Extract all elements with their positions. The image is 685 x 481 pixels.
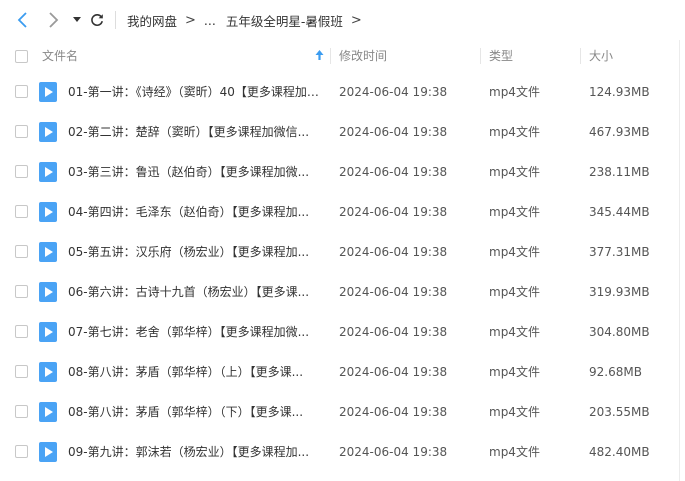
file-type: mp4文件 (489, 245, 540, 259)
file-size: 482.40MB (589, 445, 650, 459)
back-button[interactable] (13, 10, 33, 30)
video-file-icon (39, 282, 57, 302)
file-size: 124.93MB (589, 85, 650, 99)
file-modified: 2024-06-04 19:38 (339, 285, 448, 299)
breadcrumb-ellipsis[interactable]: ... (204, 13, 216, 28)
file-type: mp4文件 (489, 165, 540, 179)
breadcrumb: 我的网盘 > ... 五年级全明星-暑假班 > (127, 0, 370, 40)
file-row[interactable]: 08-第八讲：茅盾（郭华梓）（上）【更多课... 2024-06-04 19:3… (0, 352, 685, 392)
file-row[interactable]: 03-第三讲：鲁迅（赵伯奇）【更多课程加微... 2024-06-04 19:3… (0, 152, 685, 192)
file-row[interactable]: 01-第一讲：《诗经》（窦昕）40【更多课程加微信... 2024-06-04 … (0, 72, 685, 112)
file-name[interactable]: 01-第一讲：《诗经》（窦昕）40【更多课程加微信... (68, 72, 320, 112)
select-all-checkbox[interactable] (15, 50, 28, 63)
video-file-icon (39, 122, 57, 142)
file-modified: 2024-06-04 19:38 (339, 445, 448, 459)
chevron-left-icon (17, 12, 27, 28)
video-file-icon (39, 442, 57, 462)
column-divider[interactable] (480, 48, 481, 64)
file-type: mp4文件 (489, 405, 540, 419)
sort-arrow-up-icon[interactable] (315, 41, 324, 73)
video-file-icon (39, 82, 57, 102)
video-file-icon (39, 322, 57, 342)
row-checkbox[interactable] (15, 85, 28, 98)
file-name[interactable]: 09-第九讲：郭沫若（杨宏业）【更多课程加... (68, 432, 320, 472)
file-modified: 2024-06-04 19:38 (339, 405, 448, 419)
row-checkbox[interactable] (15, 205, 28, 218)
file-type: mp4文件 (489, 445, 540, 459)
video-file-icon (39, 402, 57, 422)
file-list-header: 文件名 修改时间 类型 大小 (0, 40, 685, 72)
file-modified: 2024-06-04 19:38 (339, 205, 448, 219)
file-name[interactable]: 08-第八讲：茅盾（郭华梓）（下）【更多课... (68, 392, 320, 432)
breadcrumb-root[interactable]: 我的网盘 (127, 11, 177, 30)
history-dropdown-button[interactable] (67, 10, 87, 30)
video-file-icon (39, 202, 57, 222)
toolbar-divider (115, 11, 116, 29)
file-list: 01-第一讲：《诗经》（窦昕）40【更多课程加微信... 2024-06-04 … (0, 72, 685, 472)
row-checkbox[interactable] (15, 165, 28, 178)
file-modified: 2024-06-04 19:38 (339, 365, 448, 379)
file-name[interactable]: 03-第三讲：鲁迅（赵伯奇）【更多课程加微... (68, 152, 320, 192)
dropdown-caret-icon (73, 17, 81, 22)
file-modified: 2024-06-04 19:38 (339, 245, 448, 259)
forward-button[interactable] (43, 10, 63, 30)
file-modified: 2024-06-04 19:38 (339, 325, 448, 339)
file-row[interactable]: 02-第二讲：楚辞（窦昕）【更多课程加微信... 2024-06-04 19:3… (0, 112, 685, 152)
row-checkbox[interactable] (15, 125, 28, 138)
file-modified: 2024-06-04 19:38 (339, 165, 448, 179)
file-size: 345.44MB (589, 205, 650, 219)
row-checkbox[interactable] (15, 365, 28, 378)
file-row[interactable]: 09-第九讲：郭沫若（杨宏业）【更多课程加... 2024-06-04 19:3… (0, 432, 685, 472)
row-checkbox[interactable] (15, 405, 28, 418)
file-row[interactable]: 05-第五讲：汉乐府（杨宏业）【更多课程加... 2024-06-04 19:3… (0, 232, 685, 272)
row-checkbox[interactable] (15, 445, 28, 458)
file-name[interactable]: 06-第六讲：古诗十九首（杨宏业）【更多课... (68, 272, 320, 312)
file-size: 92.68MB (589, 365, 642, 379)
breadcrumb-separator: > (350, 12, 362, 28)
breadcrumb-current: 五年级全明星-暑假班 (225, 13, 343, 29)
video-file-icon (39, 162, 57, 182)
column-divider[interactable] (330, 48, 331, 64)
breadcrumb-separator: > (185, 12, 196, 28)
chevron-right-icon (49, 12, 59, 28)
column-divider[interactable] (580, 48, 581, 64)
file-type: mp4文件 (489, 325, 540, 339)
file-name[interactable]: 07-第七讲：老舍（郭华梓）【更多课程加微... (68, 312, 320, 352)
file-modified: 2024-06-04 19:38 (339, 85, 448, 99)
file-size: 319.93MB (589, 285, 650, 299)
file-type: mp4文件 (489, 285, 540, 299)
row-checkbox[interactable] (15, 285, 28, 298)
file-name[interactable]: 02-第二讲：楚辞（窦昕）【更多课程加微信... (68, 112, 320, 152)
video-file-icon (39, 242, 57, 262)
column-header-modified[interactable]: 修改时间 (339, 40, 387, 72)
column-header-type[interactable]: 类型 (489, 40, 513, 72)
file-modified: 2024-06-04 19:38 (339, 125, 448, 139)
file-type: mp4文件 (489, 365, 540, 379)
video-file-icon (39, 362, 57, 382)
file-size: 304.80MB (589, 325, 650, 339)
file-row[interactable]: 04-第四讲：毛泽东（赵伯奇）【更多课程加... 2024-06-04 19:3… (0, 192, 685, 232)
file-type: mp4文件 (489, 205, 540, 219)
file-type: mp4文件 (489, 125, 540, 139)
file-row[interactable]: 06-第六讲：古诗十九首（杨宏业）【更多课... 2024-06-04 19:3… (0, 272, 685, 312)
toolbar: 我的网盘 > ... 五年级全明星-暑假班 > (0, 0, 685, 40)
file-size: 238.11MB (589, 165, 650, 179)
file-size: 203.55MB (589, 405, 650, 419)
file-row[interactable]: 07-第七讲：老舍（郭华梓）【更多课程加微... 2024-06-04 19:3… (0, 312, 685, 352)
row-checkbox[interactable] (15, 325, 28, 338)
file-size: 467.93MB (589, 125, 650, 139)
file-row[interactable]: 08-第八讲：茅盾（郭华梓）（下）【更多课... 2024-06-04 19:3… (0, 392, 685, 432)
file-name[interactable]: 05-第五讲：汉乐府（杨宏业）【更多课程加... (68, 232, 320, 272)
row-checkbox[interactable] (15, 245, 28, 258)
file-size: 377.31MB (589, 245, 650, 259)
file-name[interactable]: 08-第八讲：茅盾（郭华梓）（上）【更多课... (68, 352, 320, 392)
refresh-button[interactable] (87, 10, 107, 30)
file-name[interactable]: 04-第四讲：毛泽东（赵伯奇）【更多课程加... (68, 192, 320, 232)
refresh-icon (91, 14, 103, 26)
column-header-size[interactable]: 大小 (589, 40, 613, 72)
file-type: mp4文件 (489, 85, 540, 99)
column-header-name[interactable]: 文件名 (42, 40, 78, 72)
